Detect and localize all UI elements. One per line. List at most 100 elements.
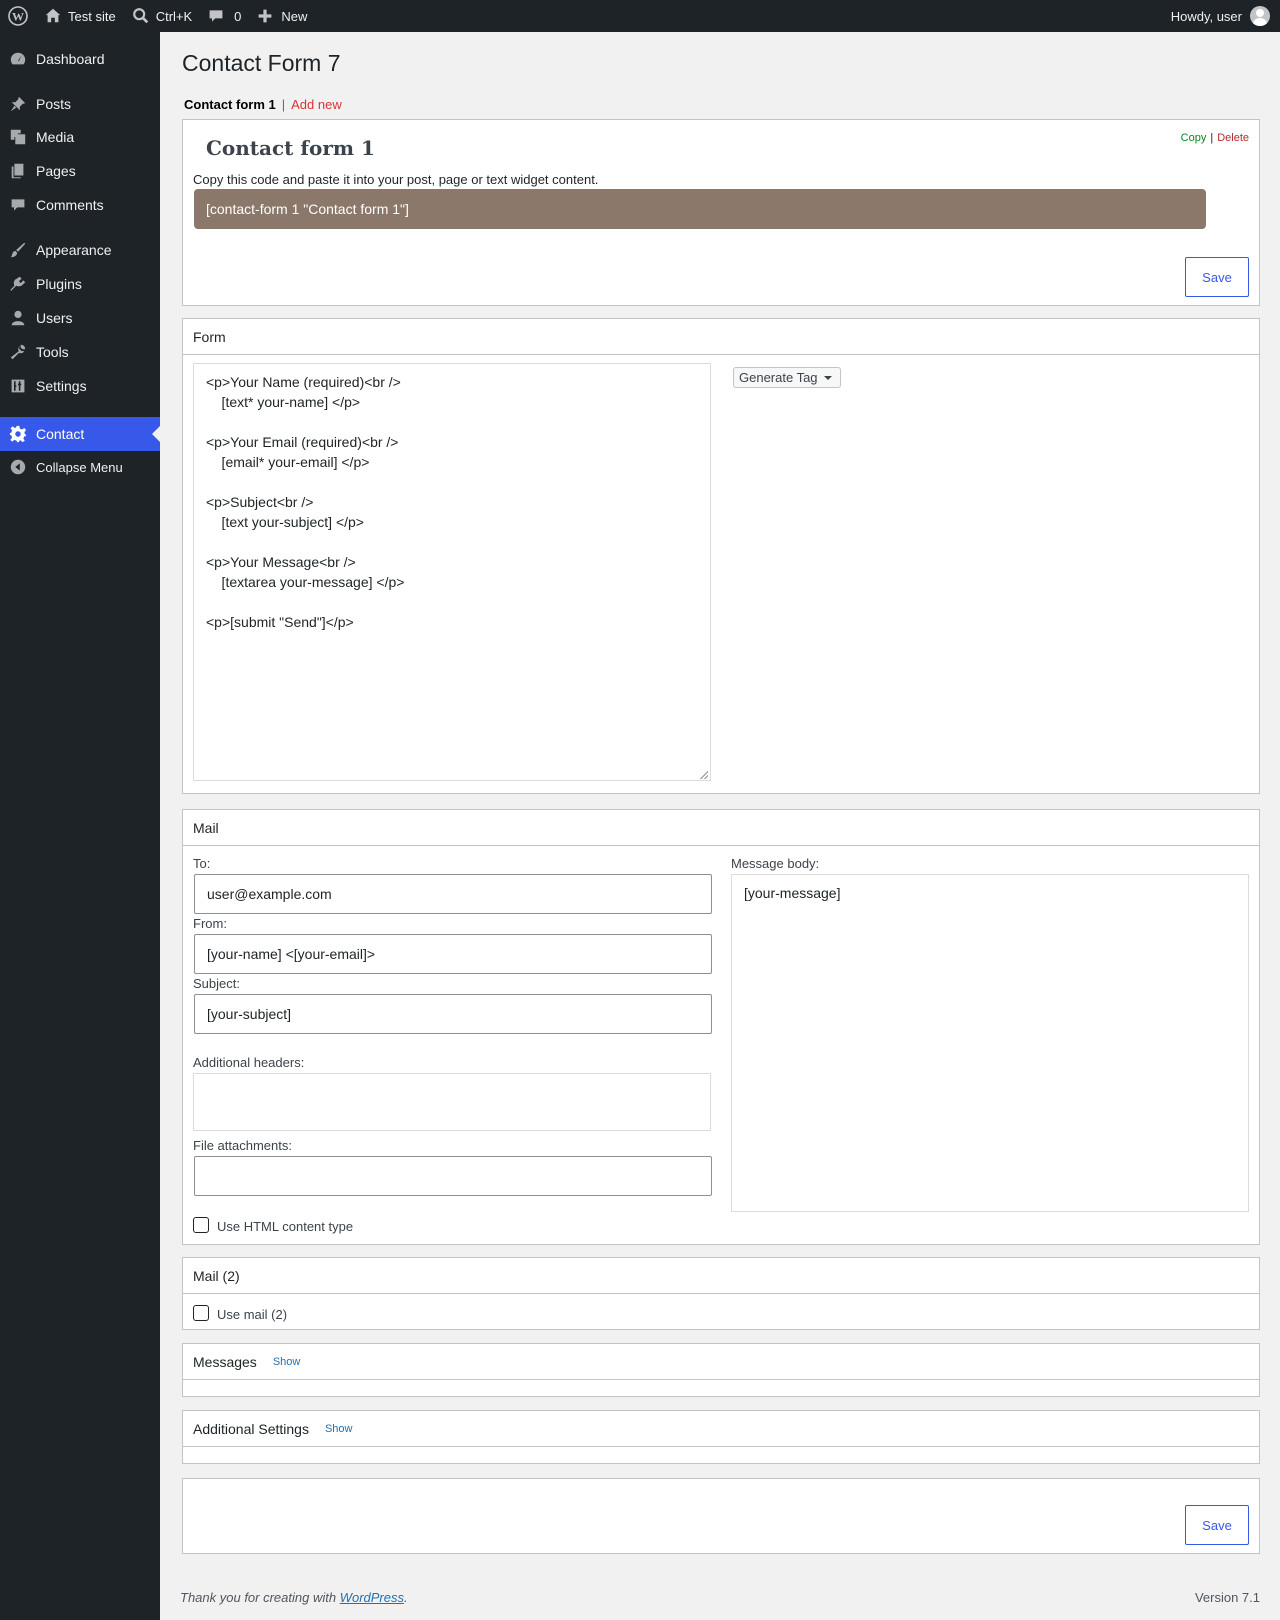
from-field[interactable]: [your-name] <[your-email]> [194,934,712,974]
wordpress-link[interactable]: WordPress [340,1590,404,1605]
actions-separator: | [1210,132,1214,144]
file-attachments-field[interactable] [194,1156,712,1196]
mail2-panel-heading: Mail (2) [183,1258,1259,1294]
new-content-button[interactable]: New [249,0,315,32]
message-body-label: Message body: [731,856,820,871]
sidebar-item-label: Collapse Menu [36,459,123,475]
search-icon [132,8,148,24]
tab-current-form[interactable]: Contact form 1 [184,97,276,112]
sidebar-item-label: Settings [36,378,87,394]
sidebar-item-media[interactable]: Media [0,120,160,154]
comment-icon [209,10,223,22]
shortcode-description: Copy this code and paste it into your po… [193,172,599,187]
sidebar-item-pages[interactable]: Pages [0,154,160,188]
wordpress-logo-icon: W [8,6,28,26]
sidebar-item-label: Media [36,129,75,145]
messages-panel-heading: Messages Show [183,1344,1259,1380]
comment-icon [11,199,25,211]
sidebar-item-label: Posts [36,96,72,112]
sidebar-item-posts[interactable]: Posts [0,87,160,121]
comments-count: 0 [234,8,242,24]
user-account-menu[interactable]: Howdy, user [1163,0,1280,32]
sidebar-item-comments[interactable]: Comments [0,188,160,222]
form-code-textarea[interactable]: <p>Your Name (required)<br /> [text* you… [193,363,711,781]
admin-bar: W Test site Ctrl+K 0 New Howdy, user [0,0,1280,32]
file-attachments-label: File attachments: [193,1138,292,1153]
sidebar-item-label: Users [36,310,73,326]
message-body-textarea[interactable]: [your-message] [731,874,1249,1212]
form-title[interactable]: Contact form 1 [206,136,375,160]
page-title: Contact Form 7 [182,50,341,76]
sidebar-item-contact[interactable]: Contact [0,417,160,451]
messages-heading-label: Messages [193,1353,257,1370]
use-mail2-label: Use mail (2) [217,1307,288,1322]
bottom-save-box: Save [182,1478,1260,1554]
sidebar-item-label: Comments [36,197,104,213]
use-html-label: Use HTML content type [217,1219,354,1234]
plus-icon [259,9,272,23]
bottom-save-button[interactable]: Save [1185,1505,1249,1545]
sidebar-item-dashboard[interactable]: Dashboard [0,42,160,76]
avatar [1250,6,1270,26]
generate-tag-dropdown[interactable]: Generate Tag [733,367,841,388]
wordpress-logo-button[interactable]: W [0,0,36,32]
brush-icon [10,242,26,258]
delete-link[interactable]: Delete [1217,132,1249,144]
messages-panel: Messages Show [182,1343,1260,1397]
save-button[interactable]: Save [1185,257,1249,297]
subject-field[interactable]: [your-subject] [194,994,712,1034]
media-icon [10,129,26,145]
sidebar-item-label: Pages [36,163,76,179]
additional-headers-label: Additional headers: [193,1055,305,1070]
sidebar-item-label: Plugins [36,276,82,292]
to-field[interactable]: user@example.com [194,874,712,914]
home-icon [45,8,61,23]
mail-panel-heading: Mail [183,810,1259,846]
footer-period: . [404,1590,408,1605]
additional-settings-heading-label: Additional Settings [193,1420,309,1437]
additional-headers-textarea[interactable] [193,1073,711,1131]
admin-sidebar: Dashboard Posts Media Pages Comments App… [0,32,160,1620]
form-title-box: Contact form 1 Copy | Delete Copy this cod… [182,119,1260,306]
sidebar-item-settings[interactable]: Settings [0,369,160,403]
form-panel: Form <p>Your Name (required)<br /> [text… [182,318,1260,794]
mail2-panel: Mail (2) Use mail (2) [182,1257,1260,1330]
additional-settings-show-link[interactable]: Show [325,1423,353,1435]
caret-down-icon [823,375,832,380]
form-panel-heading: Form [183,319,1259,355]
textarea-resize-handle[interactable] [700,771,708,779]
use-mail2-checkbox[interactable] [193,1305,209,1321]
sidebar-item-label: Appearance [36,242,112,258]
sidebar-item-label: Dashboard [36,51,105,67]
sidebar-item-users[interactable]: Users [0,301,160,335]
subject-label: Subject: [193,976,240,991]
footer-thanks: Thank you for creating with WordPress. [180,1590,408,1605]
site-name-label: Test site [68,8,116,24]
collapse-menu-button[interactable]: Collapse Menu [0,450,160,484]
form-actions: Copy | Delete [1181,132,1249,144]
shortcode-field[interactable]: [contact-form 1 "Contact form 1"] [194,189,1206,229]
add-new-link[interactable]: Add new [291,97,342,112]
mail-panel: Mail To: user@example.com From: [your-na… [182,809,1260,1245]
sidebar-item-plugins[interactable]: Plugins [0,267,160,301]
sidebar-item-appearance[interactable]: Appearance [0,233,160,267]
site-name-link[interactable]: Test site [36,0,124,32]
tab-separator: | [281,97,286,112]
additional-settings-heading: Additional Settings Show [183,1411,1259,1447]
use-html-checkbox[interactable] [193,1217,209,1233]
messages-show-link[interactable]: Show [273,1356,301,1368]
gear-icon [9,425,27,443]
pages-icon [11,163,24,179]
dashboard-icon [10,52,26,65]
comments-button[interactable]: 0 [200,0,249,32]
user-icon [11,310,25,326]
pin-icon [10,96,26,112]
howdy-label: Howdy, user [1170,8,1242,24]
sidebar-item-tools[interactable]: Tools [0,335,160,369]
plug-icon [10,276,26,292]
sidebar-item-label: Contact [36,426,85,442]
copy-link[interactable]: Copy [1181,132,1207,144]
to-label: To: [193,856,211,871]
new-label: New [281,8,308,24]
search-shortcut-button[interactable]: Ctrl+K [124,0,200,32]
